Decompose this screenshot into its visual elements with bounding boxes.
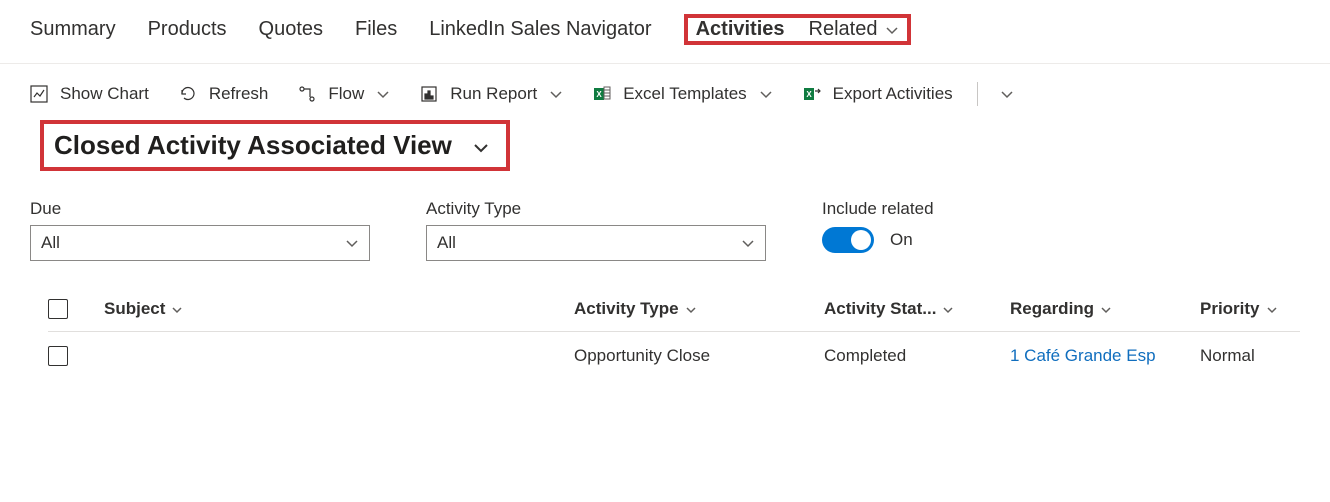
activitytype-header-label: Activity Type xyxy=(574,299,679,319)
chevron-down-icon xyxy=(885,18,899,41)
cell-priority: Normal xyxy=(1200,346,1300,366)
run-report-label: Run Report xyxy=(450,84,537,104)
export-activities-button[interactable]: X Export Activities xyxy=(803,84,953,104)
include-related-group: Include related On xyxy=(822,199,934,253)
col-activitytype-header[interactable]: Activity Type xyxy=(574,299,824,319)
command-bar: Show Chart Refresh Flow Run Report X Exc… xyxy=(0,64,1330,106)
priority-header-label: Priority xyxy=(1200,299,1260,319)
refresh-icon xyxy=(179,85,197,103)
row-checkbox[interactable] xyxy=(48,346,68,366)
tab-linkedin[interactable]: LinkedIn Sales Navigator xyxy=(429,18,651,41)
view-selector-row: Closed Activity Associated View xyxy=(0,106,1330,181)
activity-type-value: All xyxy=(437,233,456,253)
activities-table: Subject Activity Type Activity Stat... R… xyxy=(0,287,1330,380)
chevron-down-icon xyxy=(171,299,183,319)
excel-templates-button[interactable]: X Excel Templates xyxy=(593,84,772,104)
report-icon xyxy=(420,85,438,103)
refresh-button[interactable]: Refresh xyxy=(179,84,269,104)
chevron-down-icon xyxy=(345,233,359,253)
due-dropdown[interactable]: All xyxy=(30,225,370,261)
col-subject-header[interactable]: Subject xyxy=(104,299,574,319)
regarding-header-label: Regarding xyxy=(1010,299,1094,319)
cell-activitytype: Opportunity Close xyxy=(574,346,824,366)
tab-summary[interactable]: Summary xyxy=(30,18,116,41)
excel-templates-label: Excel Templates xyxy=(623,84,746,104)
tab-products[interactable]: Products xyxy=(148,18,227,41)
activity-type-filter: Activity Type All xyxy=(426,199,766,261)
activity-type-dropdown[interactable]: All xyxy=(426,225,766,261)
chevron-down-icon xyxy=(472,130,490,161)
svg-text:X: X xyxy=(597,90,603,99)
chevron-down-icon xyxy=(942,299,954,319)
show-chart-label: Show Chart xyxy=(60,84,149,104)
tab-quotes[interactable]: Quotes xyxy=(259,18,323,41)
tab-activities[interactable]: Activities xyxy=(696,18,785,41)
flow-label: Flow xyxy=(328,84,364,104)
chevron-down-icon xyxy=(685,299,697,319)
col-activitystatus-header[interactable]: Activity Stat... xyxy=(824,299,1010,319)
flow-button[interactable]: Flow xyxy=(298,84,390,104)
cell-activitystatus: Completed xyxy=(824,346,1010,366)
cell-regarding[interactable]: 1 Café Grande Esp xyxy=(1010,346,1156,366)
refresh-label: Refresh xyxy=(209,84,269,104)
view-name: Closed Activity Associated View xyxy=(54,130,452,161)
toolbar-separator xyxy=(977,82,978,106)
toggle-text: On xyxy=(890,230,913,250)
subject-header-label: Subject xyxy=(104,299,165,319)
view-selector[interactable]: Closed Activity Associated View xyxy=(40,120,510,171)
chevron-down-icon xyxy=(759,84,773,104)
due-label: Due xyxy=(30,199,370,219)
include-related-label: Include related xyxy=(822,199,934,219)
filters-row: Due All Activity Type All Include relate… xyxy=(0,181,1330,287)
tab-files[interactable]: Files xyxy=(355,18,397,41)
col-priority-header[interactable]: Priority xyxy=(1200,299,1300,319)
chart-icon xyxy=(30,85,48,103)
run-report-button[interactable]: Run Report xyxy=(420,84,563,104)
due-filter: Due All xyxy=(30,199,370,261)
export-activities-label: Export Activities xyxy=(833,84,953,104)
chevron-down-icon xyxy=(1266,299,1278,319)
select-all-checkbox[interactable] xyxy=(48,299,68,319)
tab-related-label: Related xyxy=(809,18,878,41)
chevron-down-icon xyxy=(549,84,563,104)
overflow-button[interactable] xyxy=(1000,84,1014,104)
excel-export-icon: X xyxy=(803,85,821,103)
excel-icon: X xyxy=(593,85,611,103)
include-related-toggle[interactable] xyxy=(822,227,874,253)
chevron-down-icon xyxy=(376,84,390,104)
chevron-down-icon xyxy=(1000,84,1014,104)
due-value: All xyxy=(41,233,60,253)
tabs-bar: Summary Products Quotes Files LinkedIn S… xyxy=(0,0,1330,64)
table-header: Subject Activity Type Activity Stat... R… xyxy=(48,287,1300,332)
show-chart-button[interactable]: Show Chart xyxy=(30,84,149,104)
highlight-tabs: Activities Related xyxy=(684,14,912,45)
chevron-down-icon xyxy=(1100,299,1112,319)
activitystatus-header-label: Activity Stat... xyxy=(824,299,936,319)
svg-text:X: X xyxy=(806,90,812,99)
table-row[interactable]: Opportunity Close Completed 1 Café Grand… xyxy=(48,332,1300,380)
chevron-down-icon xyxy=(741,233,755,253)
activity-type-label: Activity Type xyxy=(426,199,766,219)
col-regarding-header[interactable]: Regarding xyxy=(1010,299,1200,319)
flow-icon xyxy=(298,85,316,103)
tab-related[interactable]: Related xyxy=(809,18,900,41)
